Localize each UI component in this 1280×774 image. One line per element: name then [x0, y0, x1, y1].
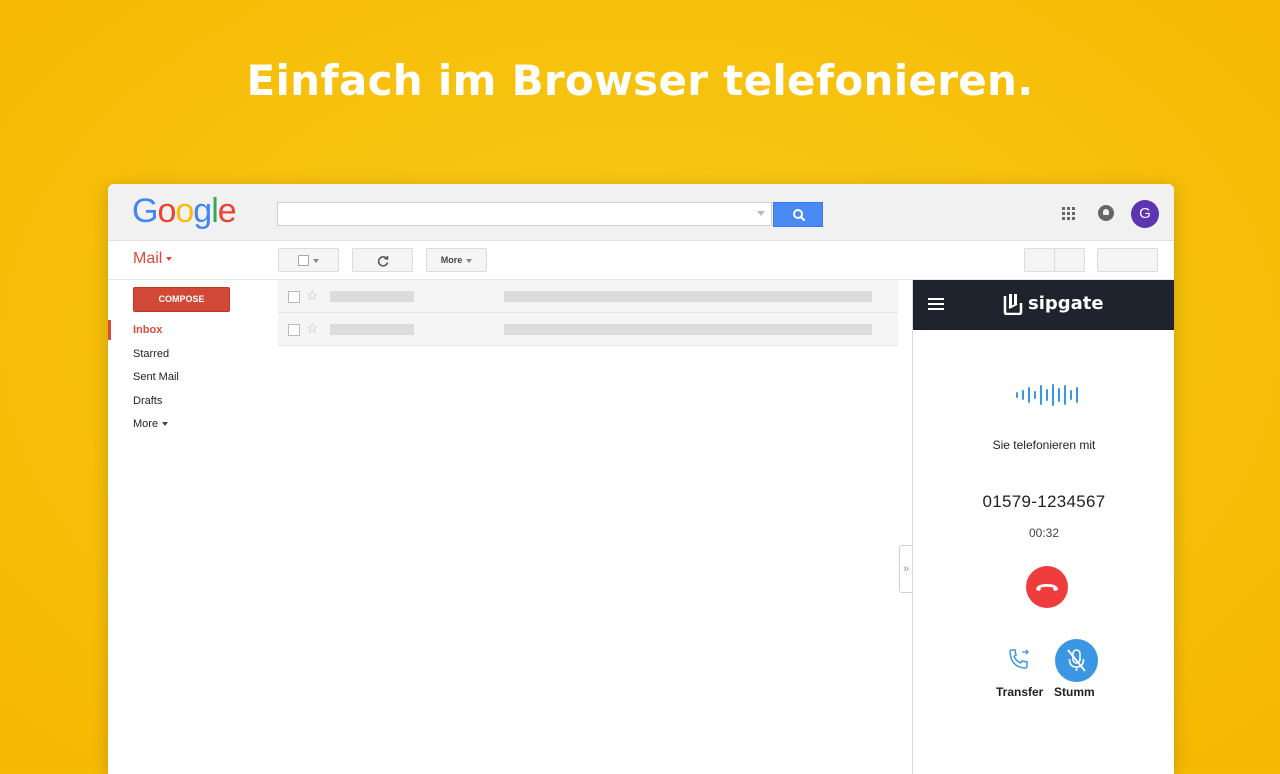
nav-item-sent[interactable]: Sent Mail — [133, 371, 179, 383]
hangup-button[interactable] — [1026, 566, 1068, 608]
chevron-down-icon — [466, 258, 473, 263]
hamburger-icon[interactable] — [928, 298, 944, 311]
nav-item-starred[interactable]: Starred — [133, 348, 169, 360]
chevron-down-icon — [162, 422, 169, 427]
active-indicator — [108, 320, 111, 340]
phone-transfer-icon — [1009, 649, 1029, 669]
compose-button[interactable]: COMPOSE — [133, 287, 230, 312]
mail-dropdown[interactable]: Mail — [133, 250, 173, 268]
google-logo[interactable]: Google — [132, 192, 237, 231]
subject-placeholder — [504, 324, 872, 335]
phone-number: 01579-1234567 — [982, 492, 1106, 511]
settings-button[interactable] — [1097, 248, 1158, 272]
list-item[interactable]: ☆ — [278, 313, 898, 346]
nav-item-drafts[interactable]: Drafts — [133, 395, 162, 407]
bell-icon[interactable] — [1098, 205, 1114, 221]
double-chevron-right-icon[interactable]: » — [899, 545, 912, 593]
nav-item-inbox[interactable]: Inbox — [133, 324, 162, 336]
checkbox[interactable] — [288, 291, 300, 303]
mute-label: Stumm — [1054, 685, 1095, 699]
mail-label: Mail — [133, 250, 163, 267]
checkbox-icon — [298, 255, 309, 267]
headline: Einfach im Browser telefonieren. — [246, 56, 1034, 105]
call-duration: 00:32 — [1028, 526, 1060, 540]
star-icon[interactable]: ☆ — [306, 287, 319, 304]
nav-more-label: More — [133, 418, 159, 430]
subject-placeholder — [504, 291, 872, 302]
refresh-button[interactable] — [352, 248, 413, 272]
audio-wave-icon — [1016, 384, 1078, 406]
star-icon[interactable]: ☆ — [306, 320, 319, 337]
gmail-topbar: Google G — [108, 184, 1174, 241]
avatar[interactable]: G — [1131, 200, 1159, 228]
newer-button[interactable] — [1024, 248, 1055, 272]
logo-letter: G — [132, 192, 158, 230]
sipgate-header: sipgate — [913, 280, 1174, 330]
search-options-icon[interactable] — [757, 211, 765, 216]
older-button[interactable] — [1054, 248, 1085, 272]
logo-letter: e — [217, 192, 237, 230]
checkbox[interactable] — [288, 324, 300, 336]
chevron-down-icon — [166, 256, 173, 261]
hangup-icon — [1036, 584, 1058, 591]
chevron-down-icon — [313, 258, 319, 263]
transfer-button[interactable] — [1006, 646, 1032, 672]
logo-letter: o — [175, 192, 194, 230]
sipgate-logo-icon — [1003, 294, 1023, 315]
more-label: More — [440, 255, 463, 265]
more-button[interactable]: More — [426, 248, 487, 272]
mic-off-icon — [1067, 649, 1086, 672]
select-button[interactable] — [278, 248, 339, 272]
search-icon — [793, 209, 806, 222]
refresh-icon — [377, 255, 388, 267]
sipgate-panel: sipgate Sie telefonieren mit 01579-12345… — [912, 280, 1174, 774]
gmail-toolbar: Mail More — [108, 241, 1174, 280]
sender-placeholder — [330, 324, 414, 335]
search-input[interactable] — [277, 202, 772, 226]
nav-item-more[interactable]: More — [133, 418, 169, 430]
browser-window: Google G Mail More COMPOSE Inbox Starred… — [108, 184, 1174, 774]
apps-grid-icon[interactable] — [1062, 207, 1076, 221]
call-status-text: Sie telefonieren mit — [992, 438, 1096, 452]
sender-placeholder — [330, 291, 414, 302]
transfer-label: Transfer — [996, 685, 1044, 699]
list-item[interactable]: ☆ — [278, 280, 898, 313]
search-button[interactable] — [773, 202, 823, 227]
logo-letter: g — [193, 192, 212, 230]
mute-button[interactable] — [1055, 639, 1098, 682]
sipgate-brand: sipgate — [1028, 293, 1104, 314]
logo-letter: o — [157, 192, 176, 230]
